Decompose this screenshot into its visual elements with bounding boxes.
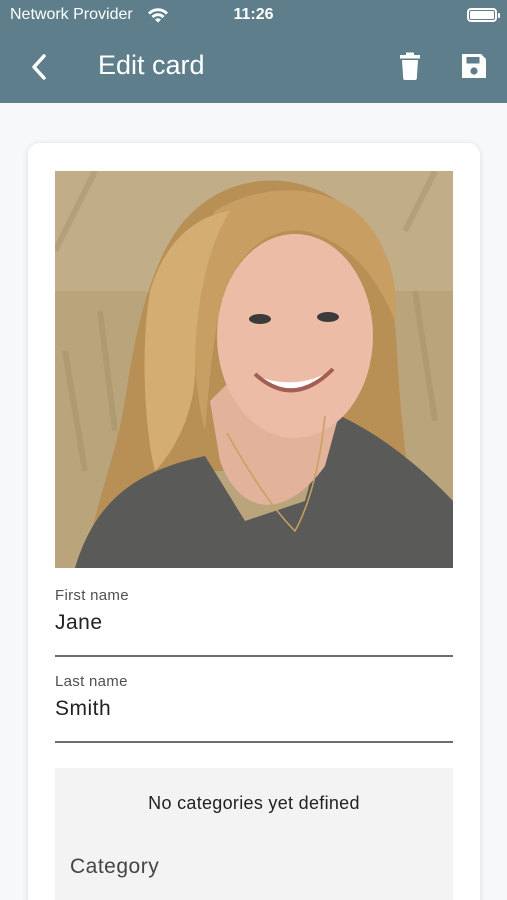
battery-icon	[467, 8, 500, 22]
card-form: First name Jane Last name Smith No categ…	[28, 143, 480, 900]
page-title: Edit card	[98, 50, 205, 80]
back-button[interactable]	[22, 50, 56, 84]
phone-screen: Network Provider 11:26 Edit card First n…	[0, 0, 507, 900]
first-name-input[interactable]: Jane	[55, 611, 103, 635]
last-name-input[interactable]: Smith	[55, 697, 111, 721]
floppy-disk-icon	[462, 54, 486, 78]
last-name-label: Last name	[55, 673, 128, 690]
app-bar: Edit card	[0, 30, 507, 103]
status-time: 11:26	[233, 6, 274, 23]
categories-panel: No categories yet defined Category	[55, 768, 453, 900]
chevron-left-icon	[32, 54, 46, 80]
profile-photo[interactable]	[55, 171, 453, 568]
trash-icon	[400, 52, 420, 80]
category-field[interactable]: Category	[70, 855, 159, 879]
empty-categories-message: No categories yet defined	[148, 793, 360, 813]
delete-button[interactable]	[394, 50, 426, 82]
first-name-label: First name	[55, 587, 129, 604]
first-name-field[interactable]: First name Jane	[55, 587, 453, 657]
status-bar: Network Provider 11:26	[0, 0, 507, 30]
save-button[interactable]	[458, 50, 490, 82]
last-name-field[interactable]: Last name Smith	[55, 673, 453, 743]
